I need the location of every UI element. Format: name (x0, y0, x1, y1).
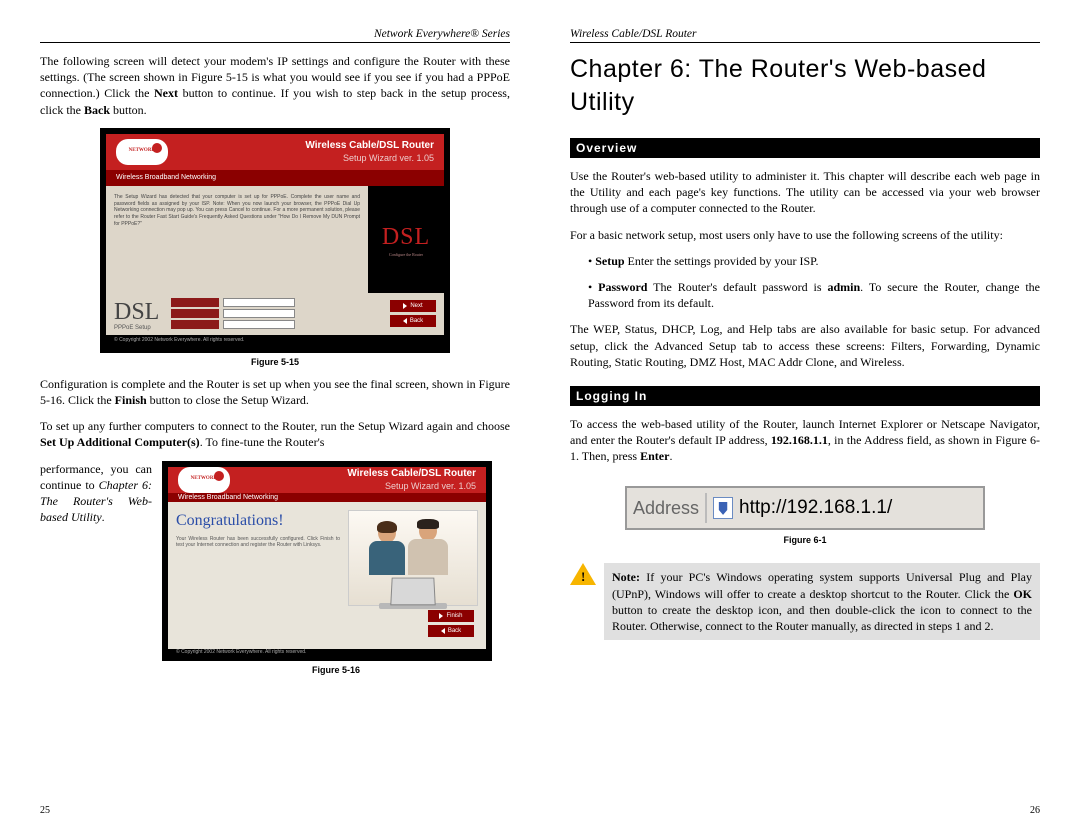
note-block: ! Note: If your PC's Windows operating s… (570, 563, 1040, 640)
right-header-text: Wireless Cable/DSL Router (570, 28, 697, 40)
left-p1: The following screen will detect your mo… (40, 53, 510, 118)
figure-6-1-address-bar[interactable]: Address http://192.168.1.1/ (625, 486, 985, 530)
address-label: Address (633, 498, 699, 519)
congratulations-heading: Congratulations! (176, 510, 340, 532)
overview-section: Overview (570, 138, 1040, 158)
right-page-num: 26 (570, 799, 1040, 816)
back-button[interactable]: Back (390, 315, 436, 327)
fig515-blurb: The Setup Wizard has detected that your … (106, 186, 368, 293)
right-page: Wireless Cable/DSL Router Chapter 6: The… (570, 28, 1040, 816)
chapter-title: Chapter 6: The Router's Web-based Utilit… (570, 53, 1040, 118)
figure-5-15: NETWORK Wireless Cable/DSL Router Setup … (100, 128, 450, 353)
bullet-password: • Password The Router's default password… (570, 279, 1040, 311)
address-url: http://192.168.1.1/ (739, 497, 892, 519)
finish-button[interactable]: Finish (428, 610, 474, 622)
bullet-setup: • Setup Enter the settings provided by y… (570, 253, 1040, 269)
back-button[interactable]: Back (428, 625, 474, 637)
overview-p2: For a basic network setup, most users on… (570, 227, 1040, 243)
dsl-label: DSL (382, 221, 430, 253)
left-page: Network Everywhere® Series The following… (40, 28, 510, 816)
left-body: The following screen will detect your mo… (40, 53, 510, 684)
left-header-text: Network Everywhere® Series (374, 28, 510, 40)
fig61-caption: Figure 6-1 (570, 535, 1040, 545)
right-header: Wireless Cable/DSL Router (570, 28, 1040, 43)
username-field[interactable] (171, 298, 295, 307)
next-button[interactable]: Next (390, 300, 436, 312)
note-text: Note: If your PC's Windows operating sys… (604, 563, 1040, 640)
left-header: Network Everywhere® Series (40, 28, 510, 43)
confirm-password-field[interactable] (171, 320, 295, 329)
login-p1: To access the web-based utility of the R… (570, 416, 1040, 465)
fig515-subtitle: Setup Wizard ver. 1.05 (305, 152, 434, 164)
ie-page-icon (713, 497, 733, 519)
fig515-copyright: © Copyright 2002 Network Everywhere. All… (106, 335, 444, 347)
fig515-subbar: Wireless Broadband Networking (106, 170, 444, 186)
congratulations-photo (348, 510, 478, 606)
network-everywhere-logo: NETWORK (116, 139, 168, 165)
fig515-caption: Figure 5-15 (40, 356, 510, 368)
overview-p1: Use the Router's web-based utility to ad… (570, 168, 1040, 217)
logging-in-section: Logging In (570, 386, 1040, 406)
fig516-caption: Figure 5-16 (162, 664, 510, 676)
warning-icon: ! (570, 563, 596, 587)
figure-5-16: NETWORK Wireless Cable/DSL Router Setup … (162, 461, 492, 661)
left-p3: To set up any further computers to conne… (40, 418, 510, 450)
password-field[interactable] (171, 309, 295, 318)
network-everywhere-logo: NETWORK (178, 467, 230, 493)
left-p2: Configuration is complete and the Router… (40, 376, 510, 408)
left-page-num: 25 (40, 799, 510, 816)
fig515-title: Wireless Cable/DSL Router (305, 139, 434, 153)
overview-p3: The WEP, Status, DHCP, Log, and Help tab… (570, 321, 1040, 370)
wrap-text: performance, you can continue to Chapter… (40, 461, 152, 684)
